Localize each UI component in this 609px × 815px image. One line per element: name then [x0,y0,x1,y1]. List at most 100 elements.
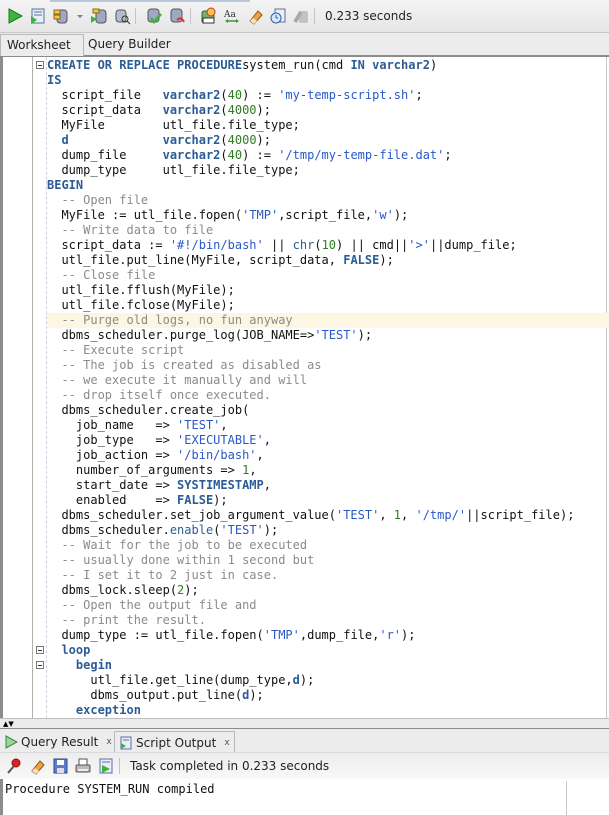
tab-query-result[interactable]: Query Result x [4,731,112,753]
code-line[interactable]: number_of_arguments => 1, [47,463,609,478]
code-line[interactable]: loop [36,643,609,658]
code-token: varchar2 [162,88,221,102]
code-token: -- Open file [47,193,149,207]
code-line[interactable]: enabled => FALSE); [47,493,609,508]
code-line[interactable]: job_type => 'EXECUTABLE', [47,433,609,448]
code-line[interactable]: CREATE OR REPLACE PROCEDUREsystem_run(cm… [36,58,609,73]
print-icon[interactable] [74,757,92,775]
script-output-icon [120,736,132,750]
code-line[interactable]: -- I set it to 2 just in case. [47,568,609,583]
code-line[interactable]: -- Write data to file [47,223,609,238]
code-line[interactable]: dbms_output.put_line(d); [47,688,609,703]
code-line[interactable]: -- usually done within 1 second but [47,553,609,568]
code-line[interactable]: -- Open the output file and [47,598,609,613]
close-icon[interactable]: x [106,731,111,753]
output-toolbar: Task completed in 0.233 seconds [0,752,609,780]
splitter-arrows-icon[interactable]: ▲▼ [3,720,14,728]
code-token: -- Close file [47,268,156,282]
fold-toggle-icon[interactable] [36,646,44,654]
tab-script-output[interactable]: Script Output x [114,731,235,754]
code-token: 10 [321,238,337,252]
run-statement-icon[interactable] [6,7,24,25]
autotrace-icon[interactable] [90,7,108,25]
clear-output-icon[interactable] [28,757,46,775]
dropdown-icon[interactable] [75,7,85,25]
script-output-panel[interactable]: Procedure SYSTEM_RUN compiled [0,779,609,815]
code-line[interactable]: script_data varchar2(4000); [47,103,609,118]
code-line[interactable]: MyFile := utl_file.fopen('TMP',script_fi… [47,208,609,223]
code-editor[interactable]: CREATE OR REPLACE PROCEDUREsystem_run(cm… [0,57,609,718]
code-token: utl_file.put_line(MyFile, script_data, [47,253,344,267]
code-token: script_file [47,88,163,102]
code-line[interactable]: dbms_scheduler.set_job_argument_value('T… [47,508,609,523]
commit-transaction-icon[interactable] [145,7,163,25]
code-line[interactable]: dbms_lock.sleep(2); [47,583,609,598]
code-line[interactable]: -- drop itself once executed. [47,388,609,403]
code-line[interactable]: IS [47,73,609,88]
code-token: ( [314,238,322,252]
code-token: '>' [408,238,430,252]
code-line[interactable]: -- Execute script [47,343,609,358]
code-line[interactable]: job_action => '/bin/bash', [47,448,609,463]
close-icon[interactable]: x [224,732,229,754]
code-line[interactable]: script_data := '#!/bin/bash' || chr(10) … [47,238,609,253]
code-token: -- Write data to file [47,223,214,237]
code-line[interactable]: MyFile utl_file.file_type; [47,118,609,133]
run-script-icon[interactable] [29,7,47,25]
code-line[interactable]: -- Close file [47,268,609,283]
run-script-icon[interactable] [97,757,115,775]
code-line[interactable]: dump_type utl_file.file_type; [47,163,609,178]
code-line[interactable]: BEGIN [47,178,609,193]
code-token: job_type => [47,433,178,447]
code-token: -- usually done within 1 second but [47,553,315,567]
rollback-icon[interactable] [168,7,186,25]
code-token: utl_file.fflush(MyFile); [47,283,235,297]
code-line[interactable]: dbms_scheduler.create_job( [47,403,609,418]
code-line[interactable]: -- Open file [47,193,609,208]
code-token: dbms_scheduler. [47,523,170,537]
worksheet-tabs: Worksheet Query Builder [0,33,609,57]
code-line[interactable]: dump_file varchar2(40) := '/tmp/my-temp-… [47,148,609,163]
code-line[interactable]: utl_file.fflush(MyFile); [47,283,609,298]
save-icon[interactable] [51,757,69,775]
code-line[interactable]: dbms_scheduler.purge_log(JOB_NAME=>'TEST… [47,328,609,343]
sql-tuning-icon[interactable] [200,7,218,25]
query-result-icon [5,735,18,749]
fold-toggle-icon[interactable] [36,661,44,669]
code-line[interactable]: -- Purge old logs, no fun anyway [47,313,609,328]
explain-plan-icon[interactable] [113,7,131,25]
code-token: ||dump_file; [429,238,517,252]
fold-toggle-icon[interactable] [36,61,44,69]
tab-query-builder[interactable]: Query Builder [82,34,177,55]
code-line[interactable]: utl_file.put_line(MyFile, script_data, F… [47,253,609,268]
commit-icon[interactable] [52,7,70,25]
code-line[interactable]: start_date => SYSTIMESTAMP, [47,478,609,493]
code-line[interactable]: utl_file.get_line(dump_type,d); [47,673,609,688]
code-line[interactable]: begin [36,658,609,673]
unshared-worksheet-icon[interactable] [292,7,310,25]
code-line[interactable]: job_name => 'TEST', [47,418,609,433]
code-line[interactable]: d varchar2(4000); [47,133,609,148]
code-line[interactable]: script_file varchar2(40) := 'my-temp-scr… [47,88,609,103]
code-line[interactable]: -- The job is created as disabled as [47,358,609,373]
code-line[interactable]: utl_file.fclose(MyFile); [47,298,609,313]
toolbar-separator [314,8,315,24]
format-icon[interactable]: Aa [223,7,241,25]
code-line[interactable]: -- print the result. [47,613,609,628]
pin-icon[interactable] [5,757,23,775]
tab-worksheet[interactable]: Worksheet [0,34,84,56]
code-line[interactable]: -- Wait for the job to be executed [47,538,609,553]
code-token: ); [357,328,373,342]
code-token: enabled => [47,493,178,507]
code-line[interactable]: dbms_scheduler.enable('TEST'); [47,523,609,538]
code-line[interactable]: exception [47,703,609,718]
code-token: 4000 [227,133,257,147]
clear-icon[interactable] [246,7,264,25]
code-token: dbms_lock.sleep( [47,583,178,597]
code-token: MyFile := utl_file.fopen( [47,208,243,222]
code-token: chr [292,238,315,252]
code-line[interactable]: dump_type := utl_file.fopen('TMP',dump_f… [47,628,609,643]
svg-text:Aa: Aa [223,10,236,20]
history-icon[interactable] [269,7,287,25]
code-line[interactable]: -- we execute it manually and will [47,373,609,388]
